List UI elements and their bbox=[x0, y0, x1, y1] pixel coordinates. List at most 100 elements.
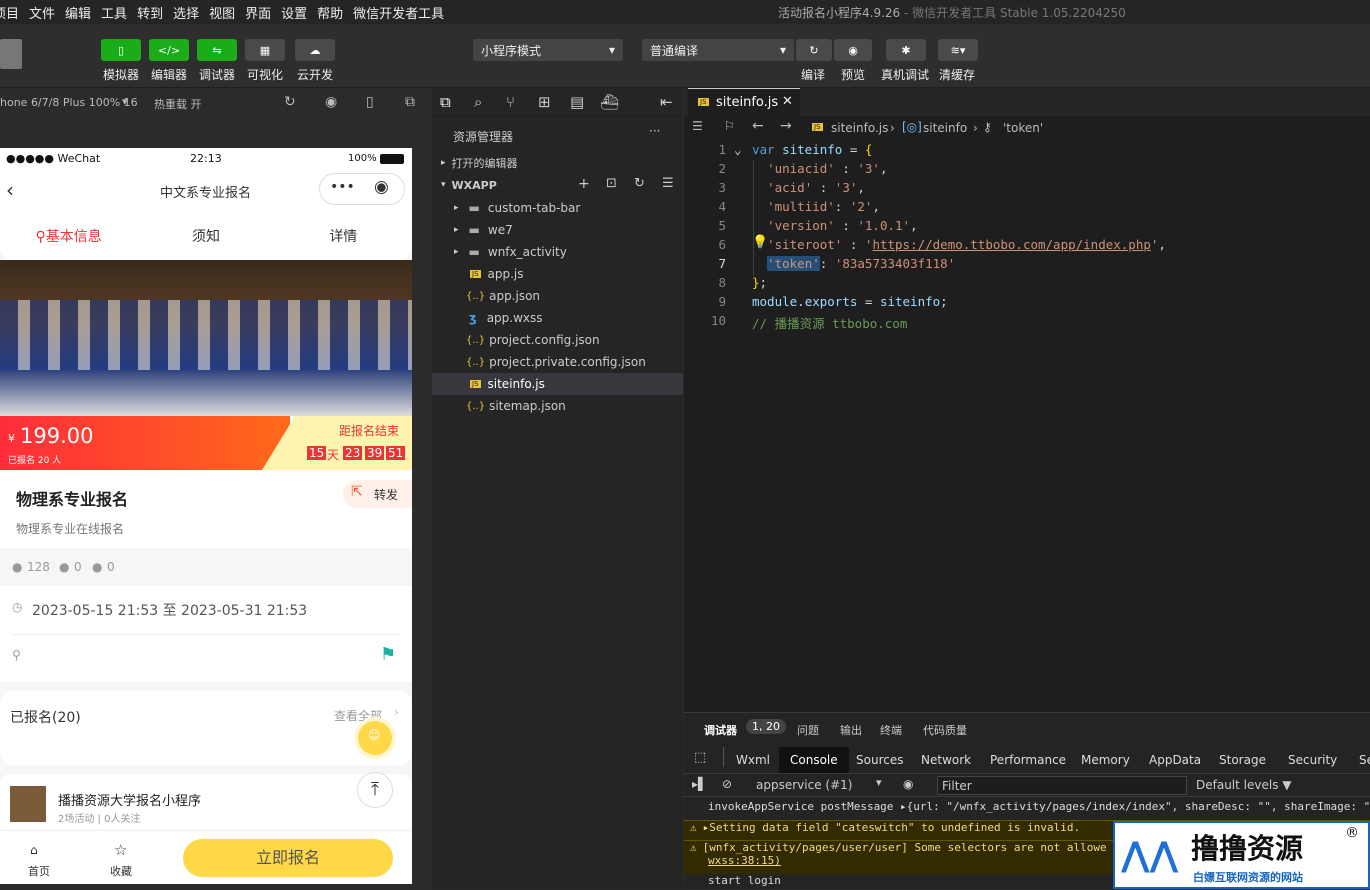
filter-input[interactable]: Filter bbox=[937, 776, 1187, 795]
tree-item-wnfx-activity[interactable]: ▸ ▬ wnfx_activity bbox=[432, 241, 683, 263]
new-file-icon[interactable]: + bbox=[578, 176, 590, 192]
menu-help[interactable]: 帮助 bbox=[312, 3, 348, 22]
home-icon[interactable]: ⌂ bbox=[30, 843, 38, 857]
menu-tools[interactable]: 工具 bbox=[96, 3, 132, 22]
breadcrumb-file[interactable]: siteinfo.js bbox=[831, 121, 888, 135]
tab-wxml[interactable]: Wxml bbox=[736, 747, 770, 773]
menu-file[interactable]: 文件 bbox=[24, 3, 60, 22]
forward-icon[interactable]: → bbox=[780, 118, 792, 134]
tree-item-app-wxss[interactable]: ʒ app.wxss bbox=[432, 307, 683, 329]
menu-settings[interactable]: 设置 bbox=[276, 3, 312, 22]
breadcrumb-key[interactable]: 'token' bbox=[1003, 121, 1043, 135]
list-icon[interactable]: ☰ bbox=[692, 119, 703, 133]
debugger-button[interactable]: ⇋ bbox=[197, 39, 237, 61]
files-icon[interactable]: ⧉ bbox=[440, 93, 451, 111]
chevron-down-icon[interactable]: ▾ bbox=[122, 95, 128, 108]
tab-appdata[interactable]: AppData bbox=[1149, 747, 1201, 773]
visual-button[interactable]: ▦ bbox=[245, 39, 285, 61]
bookmark-icon[interactable]: ⚐ bbox=[724, 119, 735, 133]
tab-performance[interactable]: Performance bbox=[990, 747, 1066, 773]
back-icon[interactable]: ‹ bbox=[6, 178, 14, 202]
open-editors-section[interactable]: ▸ 打开的编辑器 bbox=[432, 152, 683, 174]
extensions-icon[interactable]: ⊞ bbox=[538, 93, 551, 111]
source-link[interactable]: wxss:38:15) bbox=[708, 854, 781, 867]
lightbulb-icon[interactable]: 💡 bbox=[752, 235, 768, 250]
breadcrumb-symbol[interactable]: siteinfo bbox=[923, 121, 967, 135]
home-label[interactable]: 首页 bbox=[28, 863, 50, 879]
tab-output[interactable]: 输出 bbox=[840, 722, 862, 738]
more-icon[interactable]: ••• bbox=[330, 179, 355, 195]
menu-goto[interactable]: 转到 bbox=[132, 3, 168, 22]
tab-memory[interactable]: Memory bbox=[1081, 747, 1130, 773]
close-icon[interactable]: ✕ bbox=[782, 94, 793, 109]
tree-item-project-config[interactable]: {..} project.config.json bbox=[432, 329, 683, 351]
signup-button[interactable]: 立即报名 bbox=[183, 839, 393, 877]
collapse-all-icon[interactable]: ☰ bbox=[662, 176, 674, 191]
tab-details[interactable]: 详情 bbox=[275, 226, 412, 246]
clear-console-icon[interactable]: ⊘ bbox=[722, 777, 732, 791]
inspect-icon[interactable]: ⬚ bbox=[694, 750, 706, 765]
tab-code-quality[interactable]: 代码质量 bbox=[923, 722, 967, 738]
sidebar-toggle-icon[interactable]: ▸▌ bbox=[692, 777, 707, 791]
menu-select[interactable]: 选择 bbox=[168, 3, 204, 22]
new-folder-icon[interactable]: ⊡ bbox=[606, 176, 617, 191]
map-pin-icon[interactable]: ⚑ bbox=[380, 644, 396, 665]
tree-item-app-json[interactable]: {..} app.json bbox=[432, 285, 683, 307]
popout-icon[interactable]: ⧉ bbox=[405, 94, 415, 110]
compile-button[interactable]: ↻ bbox=[796, 39, 832, 61]
tab-storage[interactable]: Storage bbox=[1219, 747, 1266, 773]
refresh-icon[interactable]: ↻ bbox=[634, 176, 645, 191]
remote-debug-button[interactable]: ✱ bbox=[886, 39, 926, 61]
stop-icon[interactable]: ◉ bbox=[325, 94, 337, 110]
levels-select[interactable]: Default levels ▼ bbox=[1196, 778, 1292, 792]
editor-tab-siteinfo[interactable]: JS siteinfo.js ✕ bbox=[688, 88, 800, 116]
tab-console[interactable]: Console bbox=[779, 747, 849, 773]
collapse-panel-icon[interactable]: ⇤ bbox=[660, 93, 673, 111]
editor-button[interactable]: </> bbox=[149, 39, 189, 61]
tab-notice[interactable]: 须知 bbox=[137, 226, 274, 246]
menu-devtools[interactable]: 微信开发者工具 bbox=[348, 3, 449, 22]
tab-debugger[interactable]: 调试器 bbox=[704, 722, 737, 738]
tab-sources[interactable]: Sources bbox=[856, 747, 903, 773]
search-icon[interactable]: ⌕ bbox=[474, 93, 482, 111]
menu-ui[interactable]: 界面 bbox=[240, 3, 276, 22]
tab-security[interactable]: Security bbox=[1288, 747, 1337, 773]
close-circle-icon[interactable]: ◉ bbox=[374, 177, 389, 197]
tab-more[interactable]: Se bbox=[1359, 747, 1370, 773]
outline-icon[interactable]: ▤ bbox=[570, 93, 584, 111]
star-icon[interactable]: ☆ bbox=[114, 841, 127, 859]
avatar[interactable] bbox=[0, 39, 22, 69]
more-icon[interactable]: ··· bbox=[649, 124, 660, 138]
tab-problems[interactable]: 问题 bbox=[797, 722, 819, 738]
share-button[interactable]: ⇱ 转发 bbox=[343, 480, 412, 508]
wxapp-section[interactable]: ▾ WXAPP + ⊡ ↻ ☰ bbox=[432, 174, 683, 196]
code-editor[interactable]: 1 2 3 4 5 6 7 8 9 10 ⌄ var siteinfo = { … bbox=[684, 140, 1370, 712]
hotreload-toggle[interactable]: 热重载 开 bbox=[154, 96, 202, 112]
chevron-down-icon[interactable]: ▾ bbox=[876, 776, 882, 789]
tab-network[interactable]: Network bbox=[921, 747, 971, 773]
tree-item-siteinfo-js[interactable]: JS siteinfo.js bbox=[432, 373, 683, 395]
eye-icon[interactable]: ◉ bbox=[903, 777, 913, 791]
tree-item-project-private-config[interactable]: {..} project.private.config.json bbox=[432, 351, 683, 373]
cloud-button[interactable]: ☁ bbox=[295, 39, 335, 61]
menu-edit[interactable]: 编辑 bbox=[60, 3, 96, 22]
mode-select[interactable]: 小程序模式 ▾ bbox=[473, 39, 623, 61]
tab-basic-info[interactable]: ⚲基本信息 bbox=[0, 226, 137, 246]
menu-project[interactable]: 项目 bbox=[0, 3, 24, 22]
phone-icon[interactable]: ▯ bbox=[366, 94, 374, 110]
device-select[interactable]: hone 6/7/8 Plus 100% 16 bbox=[0, 96, 138, 109]
simulator-button[interactable]: ▯ bbox=[101, 39, 141, 61]
git-icon[interactable]: ⑂ bbox=[506, 93, 515, 111]
fav-label[interactable]: 收藏 bbox=[110, 863, 132, 879]
context-select[interactable]: appservice (#1) bbox=[756, 778, 852, 792]
back-to-top-button[interactable]: ⤒ bbox=[357, 772, 393, 808]
rotate-icon[interactable]: ↻ bbox=[284, 94, 296, 110]
tab-terminal[interactable]: 终端 bbox=[880, 722, 902, 738]
menu-view[interactable]: 视图 bbox=[204, 3, 240, 22]
tree-item-sitemap-json[interactable]: {..} sitemap.json bbox=[432, 395, 683, 417]
back-icon[interactable]: ← bbox=[752, 118, 764, 134]
clear-cache-button[interactable]: ≋▾ bbox=[938, 39, 978, 61]
fold-icon[interactable]: ⌄ bbox=[734, 142, 742, 157]
user-float-button[interactable]: ☺ bbox=[358, 721, 392, 755]
compile-select[interactable]: 普通编译 ▾ bbox=[642, 39, 794, 61]
